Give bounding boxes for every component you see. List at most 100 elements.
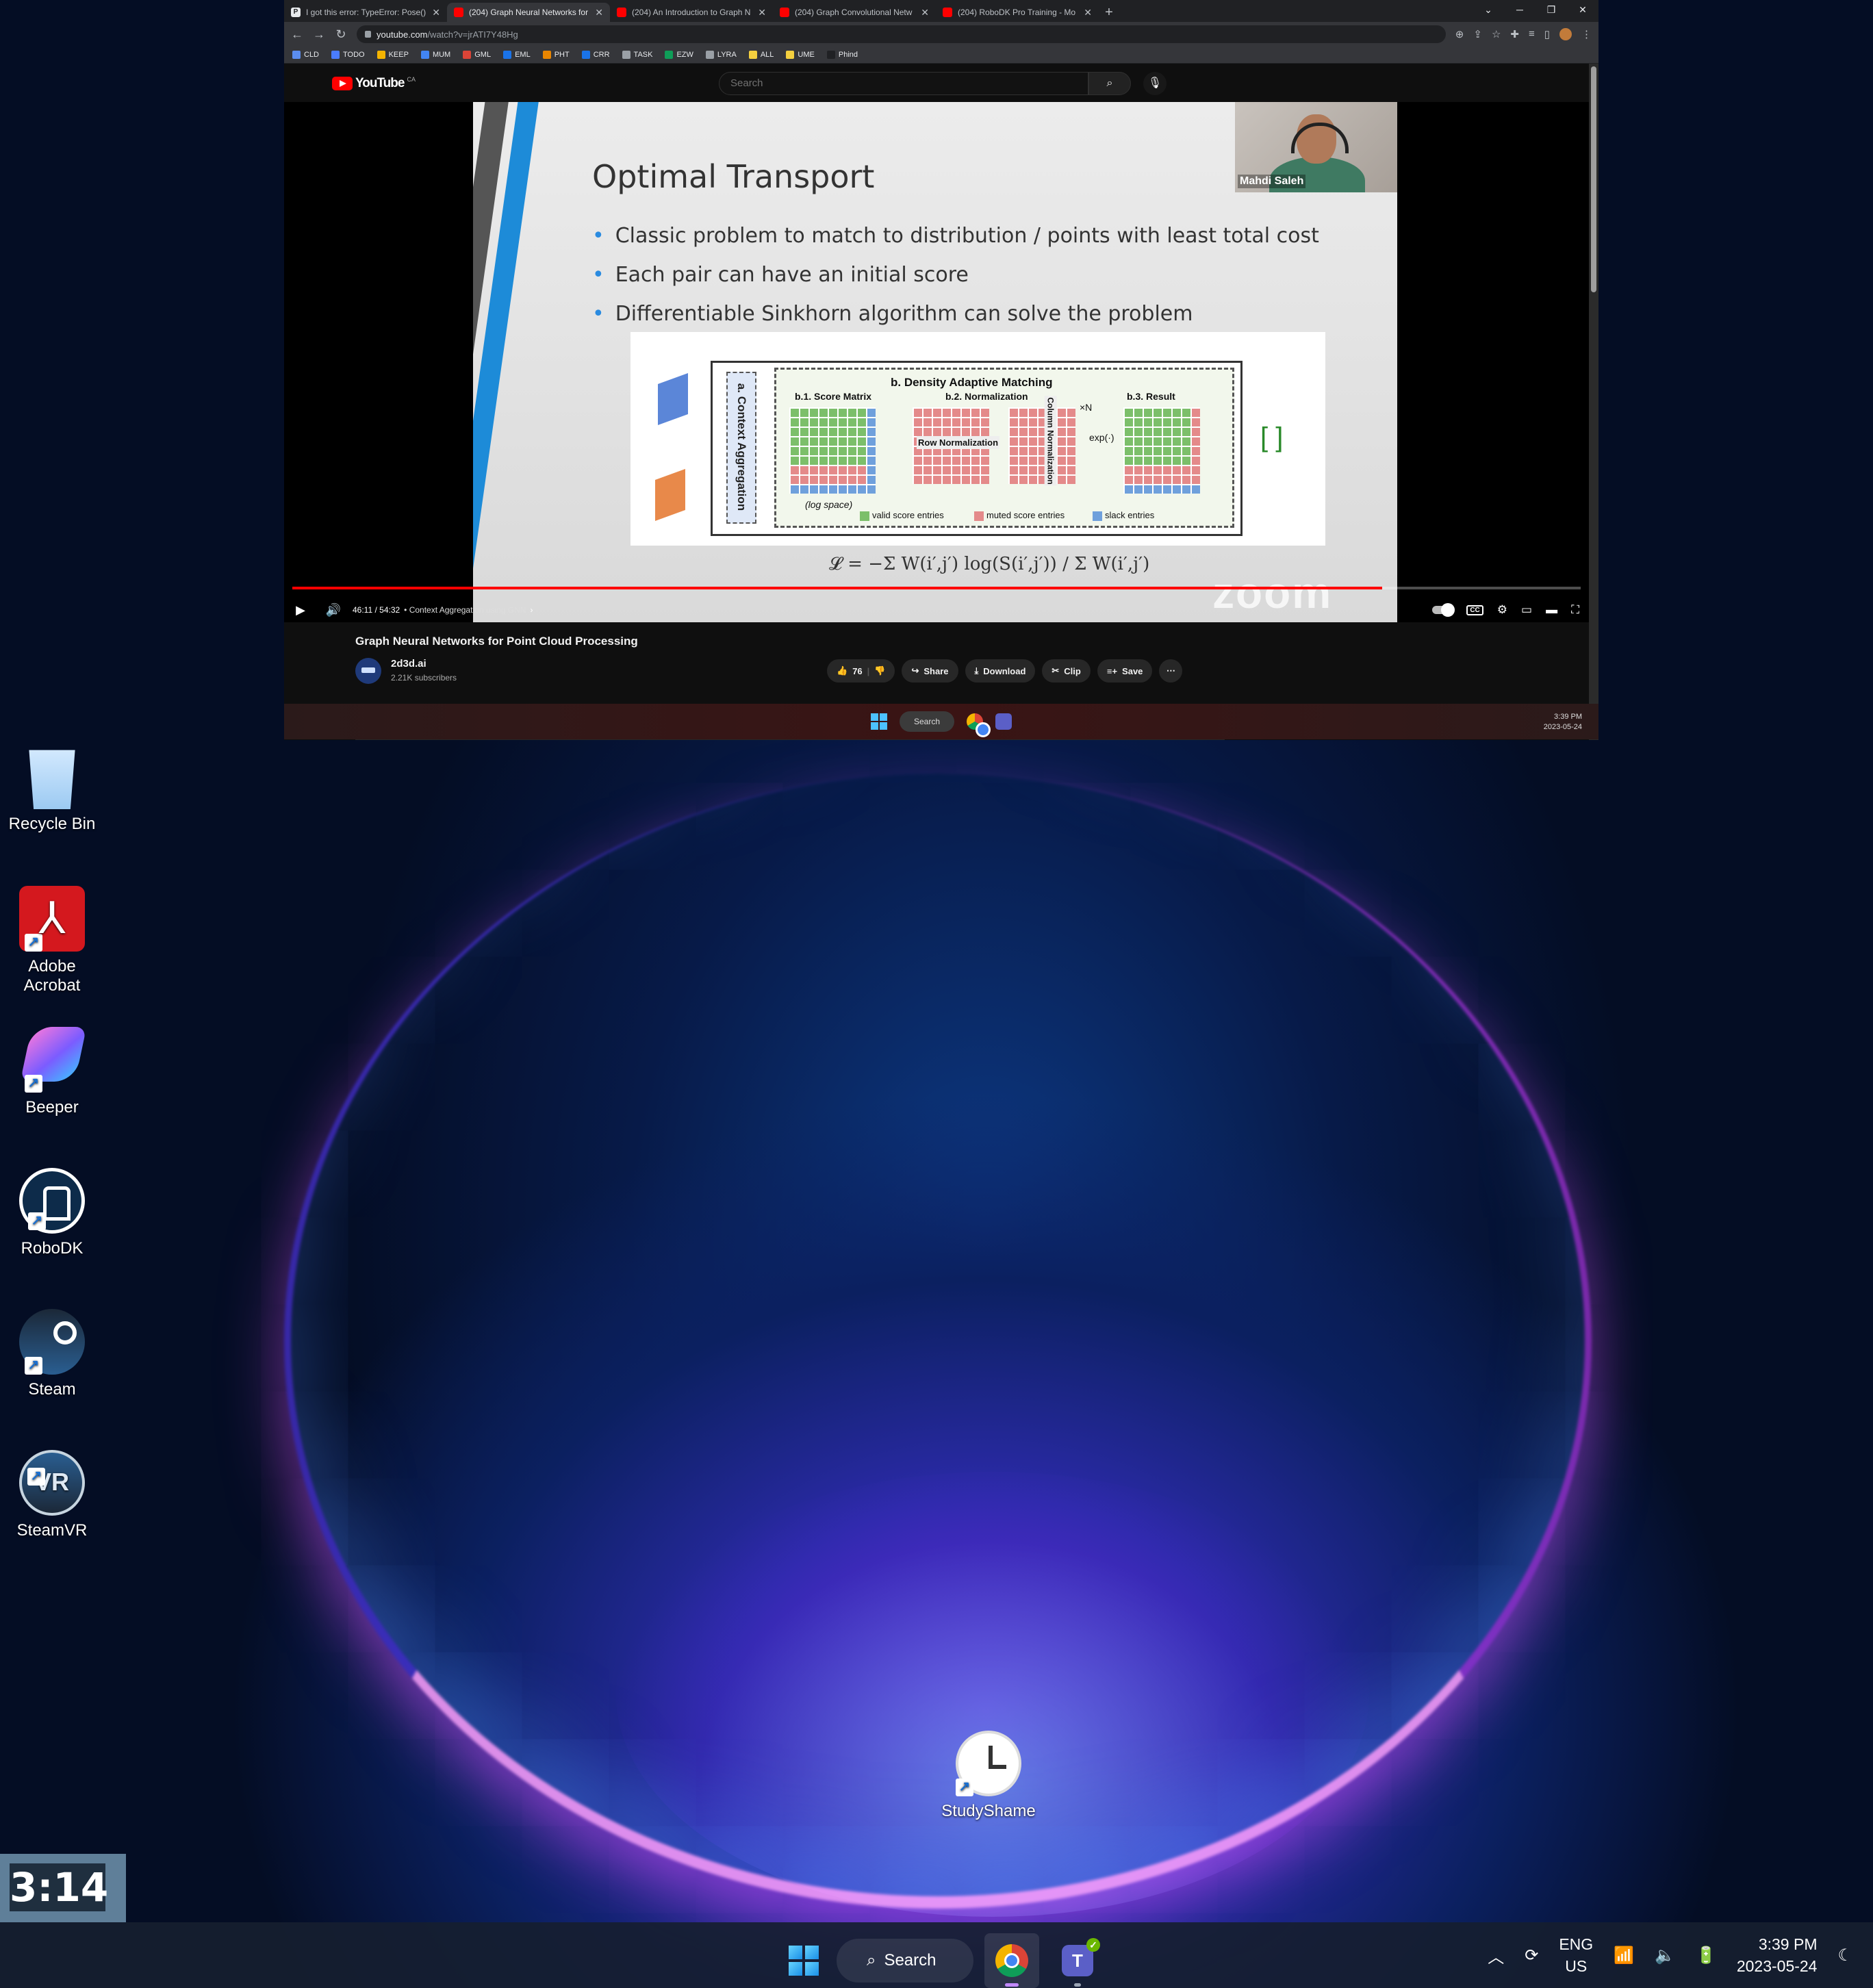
reload-icon[interactable]: ↻ — [335, 27, 347, 42]
bookmark-item[interactable]: ALL — [748, 51, 774, 59]
new-tab-button[interactable]: + — [1099, 3, 1119, 22]
theater-mode-icon[interactable]: ▬ — [1546, 603, 1557, 617]
bookmark-item[interactable]: MUM — [420, 51, 450, 59]
tab-search-icon[interactable]: ⌄ — [1473, 0, 1504, 19]
desktop-icon-recycle-bin[interactable]: Recycle Bin — [0, 743, 104, 834]
back-icon[interactable]: ← — [291, 27, 303, 42]
close-tab-icon[interactable]: ✕ — [921, 7, 929, 18]
tab-gnn-video[interactable]: (204) Graph Neural Networks for ✕ — [447, 3, 610, 22]
bookmark-item[interactable]: TODO — [331, 51, 365, 59]
share-icon[interactable]: ⇪ — [1473, 28, 1482, 40]
volume-icon[interactable]: 🔈 — [1655, 1946, 1675, 1965]
bookmark-star-icon[interactable]: ☆ — [1492, 28, 1501, 40]
sync-icon[interactable]: ⟳ — [1525, 1946, 1538, 1965]
channel-avatar[interactable] — [355, 658, 381, 684]
close-tab-icon[interactable]: ✕ — [758, 7, 766, 18]
reading-list-icon[interactable]: ≡ — [1529, 28, 1535, 40]
chapter-title[interactable]: • Context Aggregation using GNN — [404, 605, 526, 615]
video-title: Graph Neural Networks for Point Cloud Pr… — [355, 635, 638, 648]
desktop-icon-adobe-acrobat[interactable]: ↗ Adobe Acrobat — [0, 886, 104, 995]
bookmark-item[interactable]: TASK — [622, 51, 652, 59]
voice-search-button[interactable]: 🎙 — [1143, 72, 1167, 95]
clip-label: Clip — [1064, 665, 1081, 676]
search-input[interactable]: Search — [719, 72, 1088, 95]
battery-icon[interactable]: 🔋 — [1696, 1946, 1716, 1965]
minimize-button[interactable]: ─ — [1504, 0, 1536, 19]
thumbs-up-icon: 👍 — [837, 665, 848, 676]
focus-moon-icon[interactable]: ☾ — [1837, 1946, 1852, 1965]
close-tab-icon[interactable]: ✕ — [432, 7, 440, 18]
tab-title: I got this error: TypeError: Pose() — [306, 8, 426, 17]
bookmark-item[interactable]: PHT — [542, 51, 570, 59]
extensions-icon[interactable]: ✚ — [1510, 28, 1519, 40]
channel-name[interactable]: 2d3d.ai — [391, 658, 426, 670]
bookmark-item[interactable]: Phind — [826, 51, 858, 59]
clock[interactable]: 3:39 PM 2023-05-24 — [1737, 1933, 1818, 1977]
fullscreen-icon[interactable]: ⛶ — [1571, 603, 1579, 617]
desktop-icon-steamvr[interactable]: VR ↗ SteamVR — [0, 1450, 104, 1540]
bookmark-item[interactable]: EZW — [665, 51, 693, 59]
download-button[interactable]: ⤓ Download — [965, 659, 1036, 683]
autoplay-toggle[interactable] — [1432, 603, 1455, 617]
score-matrix-label: b.1. Score Matrix — [795, 391, 872, 402]
taskbar-teams[interactable]: T ✓ — [1050, 1933, 1105, 1988]
bookmark-item[interactable]: UME — [786, 51, 815, 59]
miniplayer-icon[interactable]: ▭ — [1521, 603, 1532, 617]
desktop-icon-robodk[interactable]: ↗ RoboDK — [0, 1168, 104, 1258]
desktop-icon-steam[interactable]: ↗ Steam — [0, 1309, 104, 1399]
save-button[interactable]: ≡+ Save — [1097, 659, 1153, 683]
side-panel-icon[interactable]: ▯ — [1544, 28, 1550, 40]
taskbar-search[interactable]: ⌕ Search — [837, 1939, 973, 1983]
clip-button[interactable]: ✂ Clip — [1042, 659, 1091, 683]
language-indicator[interactable]: ENG US — [1559, 1933, 1593, 1977]
desktop-icon-label: StudyShame — [941, 1802, 1036, 1820]
menu-icon[interactable]: ⋮ — [1581, 28, 1592, 40]
timer-overlay[interactable]: 3:14 — [0, 1854, 126, 1922]
play-icon[interactable]: ▶ — [284, 603, 317, 617]
close-tab-icon[interactable]: ✕ — [1084, 7, 1092, 18]
legend-valid: valid score entries — [860, 510, 944, 521]
chevron-up-icon[interactable]: ︿ — [1488, 1944, 1504, 1967]
thumbs-down-icon[interactable]: 👎 — [874, 665, 885, 676]
video-player[interactable]: Optimal Transport Classic problem to mat… — [284, 102, 1589, 622]
context-aggregation-block: a. Context Aggregation — [726, 372, 756, 524]
slide-bullet: Classic problem to match to distribution… — [592, 224, 1319, 248]
address-bar[interactable]: youtube.com/watch?v=jrATI7Y48Hg — [357, 25, 1446, 43]
start-button[interactable] — [782, 1939, 826, 1983]
like-button[interactable]: 👍 76 | 👎 — [827, 659, 895, 683]
settings-gear-icon[interactable]: ⚙ — [1497, 603, 1507, 617]
remote-taskbar: Search 3:39 PM 2023-05-24 — [284, 704, 1598, 739]
tab-stackoverflow[interactable]: P I got this error: TypeError: Pose() ✕ — [284, 3, 447, 22]
taskbar-chrome[interactable] — [984, 1933, 1039, 1988]
more-actions-button[interactable]: ⋯ — [1159, 659, 1183, 683]
bookmark-item[interactable]: EML — [503, 51, 531, 59]
tab-robodk[interactable]: (204) RoboDK Pro Training - Mo ✕ — [936, 3, 1099, 22]
restore-button[interactable]: ❐ — [1536, 0, 1567, 19]
scrollbar-thumb[interactable] — [1591, 66, 1596, 292]
tab-intro-graph[interactable]: (204) An Introduction to Graph N ✕ — [610, 3, 773, 22]
page-scrollbar[interactable] — [1589, 64, 1598, 740]
youtube-logo[interactable]: YouTube CA — [332, 76, 416, 91]
lock-icon[interactable] — [365, 31, 371, 38]
close-tab-icon[interactable]: ✕ — [595, 7, 603, 18]
bookmark-item[interactable]: CRR — [581, 51, 610, 59]
volume-icon[interactable]: 🔊 — [317, 603, 350, 617]
forward-icon[interactable]: → — [313, 27, 325, 42]
share-button[interactable]: ↪ Share — [902, 659, 958, 683]
bookmark-item[interactable]: LYRA — [705, 51, 737, 59]
bookmark-item[interactable]: KEEP — [377, 51, 409, 59]
captions-icon[interactable]: CC — [1466, 604, 1483, 615]
install-icon[interactable]: ⊕ — [1455, 28, 1464, 40]
desktop-icon-beeper[interactable]: ↗ Beeper — [0, 1027, 104, 1117]
wifi-icon[interactable]: 📶 — [1614, 1946, 1634, 1965]
bookmark-item[interactable]: GML — [463, 51, 491, 59]
chevron-right-icon[interactable]: › — [530, 605, 533, 615]
profile-avatar[interactable] — [1559, 28, 1572, 40]
desktop-icon-studyshame[interactable]: ↗ StudyShame — [936, 1731, 1041, 1821]
bookmark-item[interactable]: CLD — [292, 51, 319, 59]
download-label: Download — [983, 665, 1026, 676]
tab-gcn[interactable]: (204) Graph Convolutional Netw ✕ — [773, 3, 936, 22]
search-button[interactable]: ⌕ — [1088, 72, 1131, 95]
close-window-button[interactable]: ✕ — [1567, 0, 1598, 19]
progress-bar[interactable] — [292, 587, 1581, 589]
